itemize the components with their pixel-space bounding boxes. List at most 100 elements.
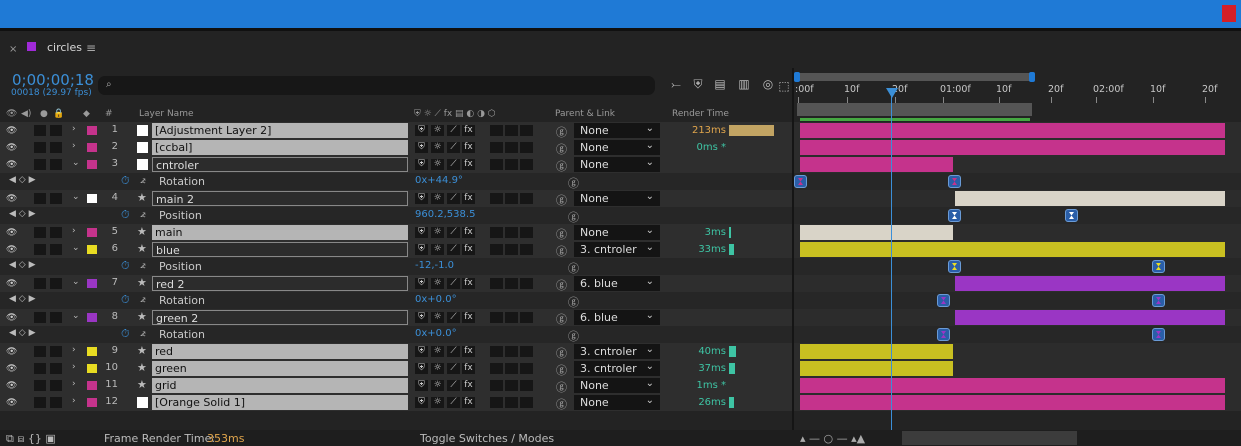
layer-switch[interactable]: ⟋	[447, 397, 460, 408]
layer-row[interactable]: 👁 › 11 ★ grid ⛨ ☼ ⟋ fx ⓖ None ⌄ 1ms *	[0, 377, 1241, 394]
visibility-eye-icon[interactable]: 👁	[6, 347, 17, 357]
layer-duration-bar[interactable]	[800, 140, 1225, 155]
keyframe-icon[interactable]	[1152, 294, 1165, 307]
lock-header-icon[interactable]: 🔒	[53, 109, 64, 119]
layer-switch[interactable]	[505, 380, 518, 391]
keyframe-icon[interactable]	[1152, 260, 1165, 273]
search-input[interactable]: ⌕	[98, 76, 655, 95]
layer-row[interactable]: 👁 › 5 ★ main ⛨ ☼ ⟋ fx ⓖ None ⌄ 3ms	[0, 224, 1241, 241]
stopwatch-icon[interactable]: ⏱	[121, 327, 130, 341]
visibility-eye-icon[interactable]: 👁	[6, 381, 17, 391]
solo-switch[interactable]	[34, 193, 46, 204]
pickwhip-icon[interactable]: ⓖ	[556, 158, 567, 174]
property-row[interactable]: ◀ ◇ ▶ ⏱ ⦨ Rotation 0x+44.9° ⓖ	[0, 173, 1241, 190]
layer-row[interactable]: 👁 › 9 ★ red ⛨ ☼ ⟋ fx ⓖ 3. cntroler ⌄ 40ms	[0, 343, 1241, 360]
layer-switch[interactable]: fx	[462, 244, 475, 255]
layer-switch[interactable]	[505, 397, 518, 408]
layer-switch[interactable]: fx	[462, 397, 475, 408]
visibility-eye-icon[interactable]: 👁	[6, 313, 17, 323]
layer-row[interactable]: 👁 › 12 [Orange Solid 1] ⛨ ☼ ⟋ fx ⓖ None ⌄ 26ms	[0, 394, 1241, 411]
current-time-indicator[interactable]	[891, 90, 892, 430]
layer-switch[interactable]	[490, 227, 503, 238]
layer-switch[interactable]: ⟋	[447, 380, 460, 391]
label-header-icon[interactable]: ◆	[83, 109, 90, 119]
pickwhip-icon[interactable]: ⓖ	[556, 277, 567, 293]
pickwhip-icon[interactable]: ⓖ	[556, 141, 567, 157]
layer-name[interactable]: main 2	[152, 191, 408, 206]
layer-duration-bar[interactable]	[800, 378, 1225, 393]
stopwatch-icon[interactable]: ⏱	[121, 293, 130, 307]
layer-switch[interactable]: ⟋	[447, 159, 460, 170]
property-value[interactable]: 0x+0.0°	[415, 328, 457, 339]
layer-duration-bar[interactable]	[800, 123, 1225, 138]
twirl-arrow-icon[interactable]: ›	[72, 379, 76, 389]
solo-switch[interactable]	[34, 142, 46, 153]
solo-switch[interactable]	[34, 363, 46, 374]
twirl-arrow-icon[interactable]: ⌄	[72, 243, 80, 253]
video-header-icon[interactable]: 👁	[6, 109, 17, 119]
solo-switch[interactable]	[34, 380, 46, 391]
lock-switch[interactable]	[50, 346, 62, 357]
layer-switch[interactable]	[520, 346, 533, 357]
expression-pickwhip-icon[interactable]: ⓖ	[568, 260, 579, 276]
expression-pickwhip-icon[interactable]: ⓖ	[568, 209, 579, 225]
twirl-arrow-icon[interactable]: ⌄	[72, 277, 80, 287]
parent-select[interactable]: None ⌄	[574, 157, 660, 172]
layer-switch[interactable]	[520, 227, 533, 238]
layer-name[interactable]: [Adjustment Layer 2]	[152, 123, 408, 138]
lock-switch[interactable]	[50, 227, 62, 238]
layer-switch[interactable]: ⛨	[415, 142, 428, 153]
layer-name[interactable]: [ccbal]	[152, 140, 408, 155]
window-close-button[interactable]	[1222, 5, 1236, 22]
visibility-eye-icon[interactable]: 👁	[6, 194, 17, 204]
timeline-scrollbar[interactable]	[902, 431, 1077, 445]
twirl-arrow-icon[interactable]: ⌄	[72, 158, 80, 168]
expression-pickwhip-icon[interactable]: ⓖ	[568, 328, 579, 344]
layer-switch[interactable]: ⟋	[447, 142, 460, 153]
render-time-header[interactable]: Render Time	[672, 109, 729, 119]
twirl-arrow-icon[interactable]: ›	[72, 124, 76, 134]
layer-switch[interactable]: fx	[462, 125, 475, 136]
layer-switch[interactable]: ☼	[431, 346, 444, 357]
current-time-indicator-head[interactable]	[886, 88, 898, 98]
solo-switch[interactable]	[34, 244, 46, 255]
layer-switch[interactable]	[490, 142, 503, 153]
current-time-display[interactable]: 0;00;00;18	[12, 71, 94, 89]
layer-switch[interactable]: ☼	[431, 142, 444, 153]
tab-close-icon[interactable]: ×	[9, 44, 17, 55]
layer-name[interactable]: red 2	[152, 276, 408, 291]
label-color-swatch[interactable]	[87, 381, 97, 390]
layer-row[interactable]: 👁 › 1 [Adjustment Layer 2] ⛨ ☼ ⟋ fx ⓖ None ⌄ 213ms	[0, 122, 1241, 139]
lock-switch[interactable]	[50, 142, 62, 153]
layer-name-header[interactable]: Layer Name	[139, 109, 194, 119]
solo-switch[interactable]	[34, 278, 46, 289]
layer-row[interactable]: 👁 ⌄ 3 cntroler ⛨ ☼ ⟋ fx ⓖ None ⌄	[0, 156, 1241, 173]
layer-switch[interactable]: ⛨	[415, 125, 428, 136]
lock-switch[interactable]	[50, 363, 62, 374]
layer-switch[interactable]	[490, 380, 503, 391]
layer-switch[interactable]: fx	[462, 278, 475, 289]
layer-name[interactable]: green	[152, 361, 408, 376]
layer-duration-bar[interactable]	[955, 276, 1225, 291]
layer-switch[interactable]: fx	[462, 312, 475, 323]
layer-switch[interactable]: fx	[462, 193, 475, 204]
layer-switch[interactable]	[490, 193, 503, 204]
keyframe-nav-icon[interactable]: ◀ ◇ ▶	[9, 260, 36, 270]
twirl-arrow-icon[interactable]: ⌄	[72, 311, 80, 321]
layer-switch[interactable]: ⛨	[415, 244, 428, 255]
layer-switch[interactable]: fx	[462, 346, 475, 357]
work-area-start-handle[interactable]	[794, 72, 800, 82]
keyframe-icon[interactable]	[1065, 209, 1078, 222]
parent-select[interactable]: None ⌄	[574, 395, 660, 410]
layer-switch[interactable]: fx	[462, 363, 475, 374]
label-color-swatch[interactable]	[87, 279, 97, 288]
zoom-out-icon[interactable]: ▴ — ○ — ▴▲	[800, 432, 865, 445]
layer-name[interactable]: red	[152, 344, 408, 359]
parent-select[interactable]: 3. cntroler ⌄	[574, 361, 660, 376]
stopwatch-icon[interactable]: ⏱	[121, 174, 130, 188]
parent-select[interactable]: 6. blue ⌄	[574, 276, 660, 291]
layer-switch[interactable]	[505, 227, 518, 238]
layer-name[interactable]: [Orange Solid 1]	[152, 395, 408, 410]
layer-name[interactable]: green 2	[152, 310, 408, 325]
layer-row[interactable]: 👁 ⌄ 7 ★ red 2 ⛨ ☼ ⟋ fx ⓖ 6. blue ⌄	[0, 275, 1241, 292]
